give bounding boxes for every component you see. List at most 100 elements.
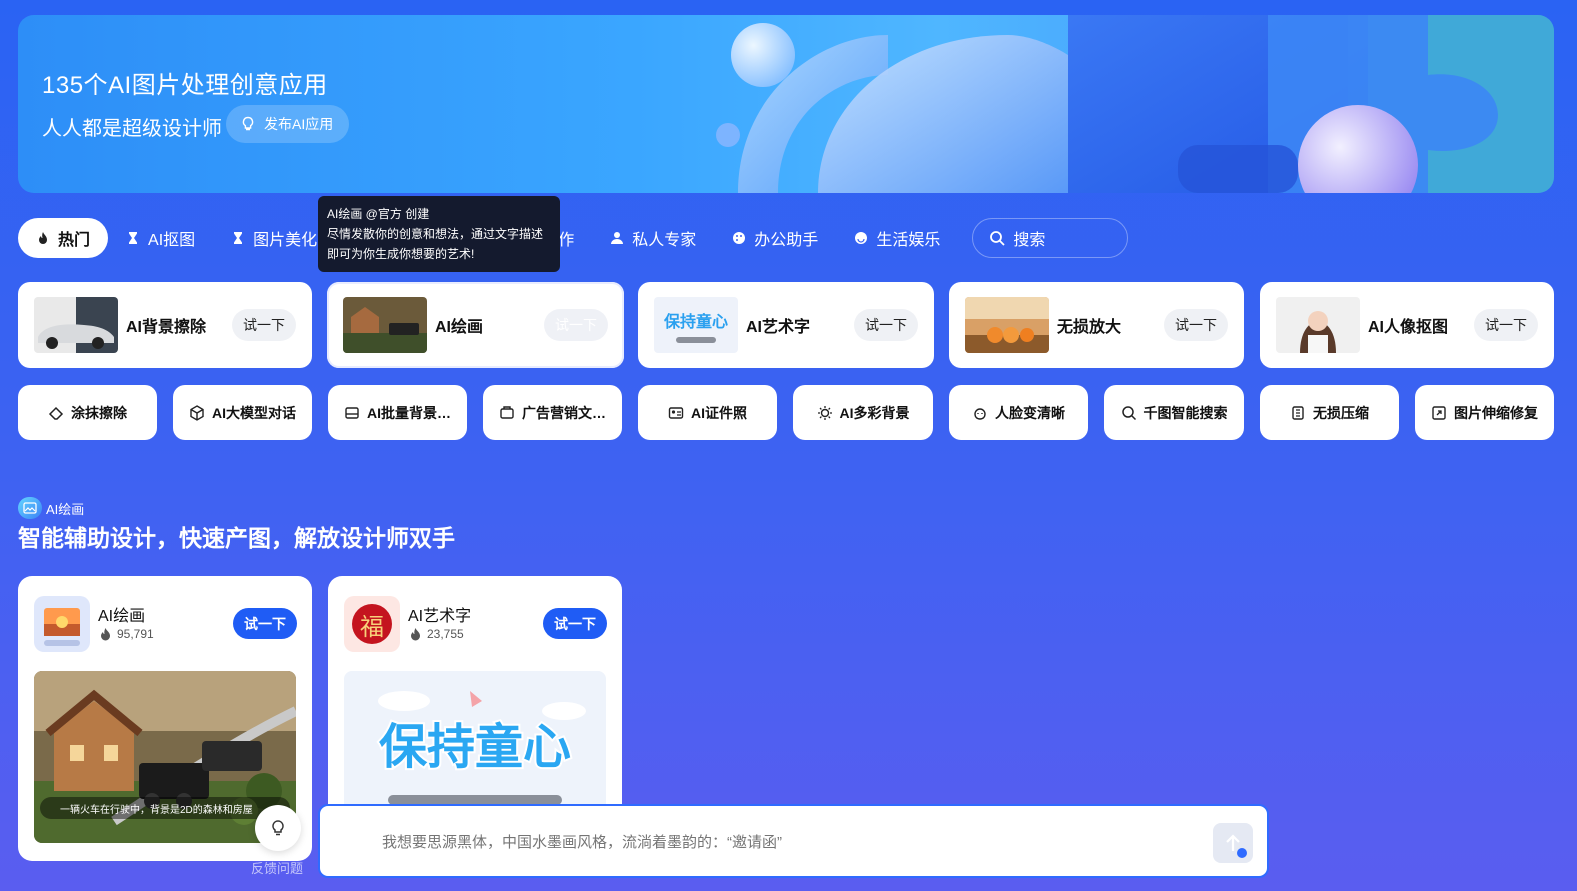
fire-icon (101, 627, 110, 640)
usage-count: 23,755 (410, 627, 464, 641)
tool-label: AI大模型对话 (212, 404, 296, 421)
app-tooltip: AI绘画 @官方 创建 尽情发散你的创意和想法，通过文字描述 即可为你生成你想要… (318, 196, 560, 272)
section-tag: AI绘画 (18, 497, 84, 519)
feature-card-bg-erase[interactable]: AI背景擦除 试一下 (18, 282, 312, 368)
feature-card-art-text[interactable]: 保持童心 AI艺术字 试一下 (638, 282, 934, 368)
app-name: AI艺术字 (408, 608, 472, 625)
banner-subtitle: 人人都是超级设计师 (42, 118, 222, 140)
tool-lossless-compress[interactable]: 无损压缩 (1260, 385, 1399, 440)
feature-card-lossless-upscale[interactable]: 无损放大 试一下 (949, 282, 1244, 368)
tab-office-assistant[interactable]: 办公助手 (714, 218, 836, 258)
prompt-input[interactable] (382, 824, 1202, 860)
try-button[interactable]: 试一下 (854, 309, 918, 341)
feature-name: 无损放大 (1057, 319, 1122, 336)
tool-ad-copy[interactable]: 广告营销文… (483, 385, 622, 440)
tool-label: 无损压缩 (1313, 404, 1369, 421)
fu-character-icon: 福 (352, 604, 392, 644)
palette-icon (733, 232, 746, 244)
tooltip-desc-line2: 即可为你生成你想要的艺术! (327, 247, 475, 261)
tab-private-expert[interactable]: 私人专家 (592, 218, 714, 258)
tab-hot[interactable]: 热门 (18, 218, 109, 258)
ad-icon (500, 405, 514, 419)
tab-label: 图片美化 (253, 232, 318, 249)
fire-icon (411, 627, 420, 640)
usage-value: 23,755 (427, 627, 464, 641)
hourglass-icon (129, 232, 138, 244)
try-button[interactable]: 试一下 (1164, 309, 1228, 341)
feature-thumbnail: 保持童心 (654, 297, 738, 353)
lightbulb-icon (272, 820, 284, 836)
tooltip-desc-line1: 尽情发散你的创意和想法，通过文字描述 (327, 227, 544, 241)
layers-icon (345, 406, 359, 419)
resize-icon (1432, 405, 1446, 420)
svg-text:保持童心: 保持童心 (663, 312, 728, 331)
publish-label: 发布AI应用 (264, 116, 334, 132)
tab-label: 办公助手 (754, 232, 819, 249)
id-card-icon (668, 406, 684, 419)
feature-name: AI艺术字 (746, 319, 811, 336)
cube-icon (190, 404, 204, 421)
tool-face-enhance[interactable]: 人脸变清晰 (949, 385, 1088, 440)
tool-label: AI多彩背景 (839, 404, 910, 421)
send-arrow-icon (1226, 834, 1247, 858)
section-title: 智能辅助设计，快速产图，解放设计师双手 (18, 525, 455, 551)
usage-value: 95,791 (117, 627, 154, 641)
app-name: AI绘画 (98, 608, 146, 625)
tool-label: AI证件照 (691, 404, 747, 421)
tab-label: AI抠图 (148, 232, 196, 249)
feature-card-portrait-cutout[interactable]: AI人像抠图 试一下 (1260, 282, 1554, 368)
tab-label: 私人专家 (632, 232, 697, 249)
send-button[interactable] (1213, 823, 1253, 863)
search-input[interactable]: 搜索 (972, 218, 1129, 258)
feedback-label[interactable]: 反馈问题 (251, 858, 303, 877)
tool-image-resize-repair[interactable]: 图片伸缩修复 (1415, 385, 1554, 440)
tab-ai-cutout[interactable]: AI抠图 (108, 218, 213, 258)
feature-name: AI绘画 (435, 319, 484, 336)
image-icon (18, 497, 42, 519)
app-icon (34, 596, 90, 652)
tab-label: 生活娱乐 (876, 232, 941, 249)
tool-label: 人脸变清晰 (995, 404, 1065, 421)
hero-banner: 135个AI图片处理创意应用 人人都是超级设计师 发布AI应用 (18, 15, 1554, 193)
try-button[interactable]: 试一下 (232, 309, 296, 341)
sun-icon (817, 405, 832, 420)
tool-label: 千图智能搜索 (1143, 404, 1228, 421)
fire-icon (39, 232, 47, 244)
lightbulb-icon (242, 116, 254, 131)
preview-caption: 一辆火车在行驶中，背景是2D的森林和房屋 (60, 805, 253, 816)
feature-thumbnail (34, 297, 118, 353)
feature-thumbnail (343, 297, 427, 353)
tool-label: AI批量背景… (367, 404, 451, 421)
section-tag-label: AI绘画 (46, 501, 85, 517)
feature-name: AI人像抠图 (1368, 319, 1449, 336)
try-button[interactable]: 试一下 (1474, 309, 1538, 341)
feature-thumbnail (965, 297, 1049, 353)
smile-icon (855, 232, 868, 244)
feature-name: AI背景擦除 (126, 319, 207, 336)
category-tabs: 热门 AI抠图 图片美化 AI写作 私人专家 办公助手 生活娱乐 搜索 (18, 218, 1129, 258)
tool-smear-erase[interactable]: 涂抹擦除 (18, 385, 157, 440)
banner-illustration (716, 15, 1554, 193)
app-icon: 福 (344, 596, 400, 652)
search-label: 搜索 (1013, 232, 1046, 249)
tool-label: 涂抹擦除 (71, 404, 127, 421)
tool-smart-search[interactable]: 千图智能搜索 (1104, 385, 1244, 440)
try-button[interactable]: 试一下 (543, 608, 607, 639)
tab-life-entertainment[interactable]: 生活娱乐 (836, 218, 958, 258)
usage-count: 95,791 (100, 627, 154, 641)
feature-card-ai-painting[interactable]: AI绘画 试一下 (327, 282, 624, 368)
try-button[interactable]: 试一下 (233, 608, 297, 639)
tool-label: 广告营销文… (522, 404, 606, 421)
feedback-button[interactable] (255, 805, 301, 851)
tool-colorful-background[interactable]: AI多彩背景 (793, 385, 933, 440)
try-button[interactable]: 试一下 (544, 309, 608, 341)
tool-id-photo[interactable]: AI证件照 (638, 385, 777, 440)
tool-llm-chat[interactable]: AI大模型对话 (173, 385, 312, 440)
tooltip-author: AI绘画 @官方 创建 (327, 207, 430, 221)
tool-batch-background[interactable]: AI批量背景… (328, 385, 467, 440)
publish-ai-app-button[interactable]: 发布AI应用 (226, 105, 350, 143)
feature-thumbnail (1276, 297, 1360, 353)
tab-label: 热门 (58, 232, 91, 249)
svg-text:保持童心: 保持童心 (379, 719, 571, 775)
compress-icon (1292, 405, 1304, 420)
